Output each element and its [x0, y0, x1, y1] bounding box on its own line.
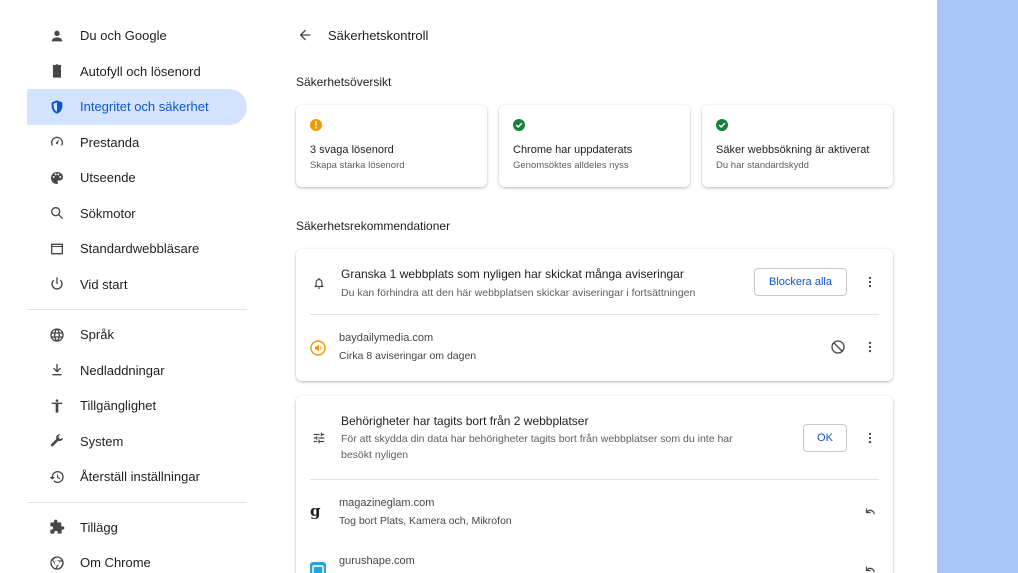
permissions-panel-title: Behörigheter har tagits bort från 2 webb…	[341, 414, 589, 428]
wrench-icon	[49, 433, 65, 449]
sidebar-item-on-startup[interactable]: Vid start	[27, 267, 247, 303]
accessibility-icon	[49, 398, 65, 414]
sidebar-item-extensions[interactable]: Tillägg	[27, 510, 247, 546]
site-favicon-icon	[310, 340, 326, 356]
palette-icon	[49, 170, 65, 186]
subtitle-line: För att skydda din data har behörigheter…	[341, 433, 733, 445]
download-icon	[49, 362, 65, 378]
card-subtitle: Genomsöktes alldeles nyss	[513, 160, 629, 171]
recommendations-section-title: Säkerhetsrekommendationer	[296, 219, 451, 233]
sidebar-divider	[27, 309, 247, 310]
site-favicon-icon	[310, 562, 326, 573]
sidebar-item-label: Tillgänglighet	[80, 398, 157, 414]
site-favicon-icon: g	[310, 502, 321, 520]
notifications-panel-title: Granska 1 webbplats som nyligen har skic…	[341, 267, 684, 281]
list-item: baydailymedia.com Cirka 8 aviseringar om…	[296, 315, 893, 365]
sidebar-item-label: Nedladdningar	[80, 362, 165, 378]
sidebar-item-you-and-google[interactable]: Du och Google	[27, 18, 247, 54]
sidebar-item-label: Prestanda	[80, 134, 140, 150]
settings-sidebar: Du och Google Autofyll och lösenord Inte…	[27, 18, 247, 573]
overview-section-title: Säkerhetsöversikt	[296, 75, 392, 89]
site-detail: Tog bort Plats, Kamera och, Mikrofon	[339, 515, 512, 527]
sidebar-item-performance[interactable]: Prestanda	[27, 125, 247, 161]
sidebar-item-appearance[interactable]: Utseende	[27, 160, 247, 196]
page-title: Säkerhetskontroll	[328, 27, 429, 43]
card-title: 3 svaga lösenord	[310, 144, 394, 156]
site-name: baydailymedia.com	[339, 332, 434, 344]
warning-icon	[310, 119, 322, 131]
page-header: Säkerhetskontroll	[296, 26, 428, 44]
more-options-icon[interactable]	[863, 431, 877, 445]
chrome-icon	[49, 555, 65, 571]
notifications-panel-subtitle: Du kan förhindra att den här webbplatsen…	[341, 287, 696, 299]
more-options-icon[interactable]	[863, 275, 877, 289]
sidebar-item-reset-settings[interactable]: Återställ inställningar	[27, 459, 247, 495]
site-name: magazineglam.com	[339, 497, 435, 509]
list-item: gurushape.com	[296, 538, 893, 573]
arrow-left-icon	[299, 29, 311, 41]
revoked-permissions-panel: Behörigheter har tagits bort från 2 webb…	[296, 396, 893, 573]
more-options-icon[interactable]	[863, 340, 877, 354]
bell-icon	[312, 276, 326, 290]
permissions-panel-subtitle: För att skydda din data har behörigheter…	[341, 431, 733, 463]
sidebar-item-downloads[interactable]: Nedladdningar	[27, 353, 247, 389]
sidebar-item-label: Integritet och säkerhet	[80, 99, 209, 115]
overview-cards: 3 svaga lösenord Skapa starka lösenord C…	[296, 105, 893, 187]
undo-icon[interactable]	[862, 562, 878, 573]
sidebar-item-label: Om Chrome	[80, 555, 151, 571]
block-icon[interactable]	[830, 339, 846, 355]
person-icon	[49, 28, 65, 44]
subtitle-line: besökt nyligen	[341, 449, 409, 461]
sidebar-item-label: Vid start	[80, 276, 128, 292]
block-all-button[interactable]: Blockera alla	[754, 268, 847, 296]
list-item: g magazineglam.com Tog bort Plats, Kamer…	[296, 480, 893, 530]
sidebar-item-label: System	[80, 433, 124, 449]
overview-card-passwords[interactable]: 3 svaga lösenord Skapa starka lösenord	[296, 105, 487, 187]
back-button[interactable]	[296, 26, 314, 44]
puzzle-icon	[49, 519, 65, 535]
overview-card-update[interactable]: Chrome har uppdaterats Genomsöktes allde…	[499, 105, 690, 187]
side-panel-background	[937, 0, 1018, 573]
sidebar-divider	[27, 501, 247, 503]
sidebar-item-privacy-security[interactable]: Integritet och säkerhet	[27, 89, 247, 125]
search-icon	[49, 205, 65, 221]
ok-button[interactable]: OK	[803, 424, 847, 452]
globe-icon	[49, 327, 65, 343]
card-title: Säker webbsökning är aktiverat	[716, 144, 870, 156]
check-circle-icon	[716, 119, 728, 131]
undo-icon[interactable]	[862, 504, 878, 520]
card-subtitle: Du har standardskydd	[716, 160, 809, 171]
sidebar-item-label: Autofyll och lösenord	[80, 63, 201, 79]
shield-icon	[49, 99, 65, 115]
overview-card-safe-browsing[interactable]: Säker webbsökning är aktiverat Du har st…	[702, 105, 893, 187]
card-subtitle: Skapa starka lösenord	[310, 160, 405, 171]
restore-icon	[49, 469, 65, 485]
sidebar-item-label: Återställ inställningar	[80, 469, 200, 485]
tune-icon	[312, 431, 326, 445]
sidebar-item-label: Standardwebbläsare	[80, 241, 200, 257]
browser-icon	[49, 241, 65, 257]
sidebar-item-label: Tillägg	[80, 519, 118, 535]
sidebar-item-autofill[interactable]: Autofyll och lösenord	[27, 54, 247, 90]
clipboard-icon	[49, 63, 65, 79]
sidebar-item-accessibility[interactable]: Tillgänglighet	[27, 388, 247, 424]
sidebar-item-label: Du och Google	[80, 28, 167, 44]
check-circle-icon	[513, 119, 525, 131]
power-icon	[49, 276, 65, 292]
notifications-review-panel: Granska 1 webbplats som nyligen har skic…	[296, 249, 893, 381]
sidebar-item-search-engine[interactable]: Sökmotor	[27, 196, 247, 232]
speedometer-icon	[49, 134, 65, 150]
sidebar-item-languages[interactable]: Språk	[27, 317, 247, 353]
card-title: Chrome har uppdaterats	[513, 144, 633, 156]
sidebar-item-system[interactable]: System	[27, 424, 247, 460]
sidebar-item-label: Språk	[80, 327, 114, 343]
sidebar-item-label: Utseende	[80, 170, 136, 186]
sidebar-item-label: Sökmotor	[80, 205, 136, 221]
sidebar-item-about-chrome[interactable]: Om Chrome	[27, 545, 247, 573]
site-detail: Cirka 8 aviseringar om dagen	[339, 350, 477, 362]
site-name: gurushape.com	[339, 555, 415, 567]
sidebar-item-default-browser[interactable]: Standardwebbläsare	[27, 231, 247, 267]
